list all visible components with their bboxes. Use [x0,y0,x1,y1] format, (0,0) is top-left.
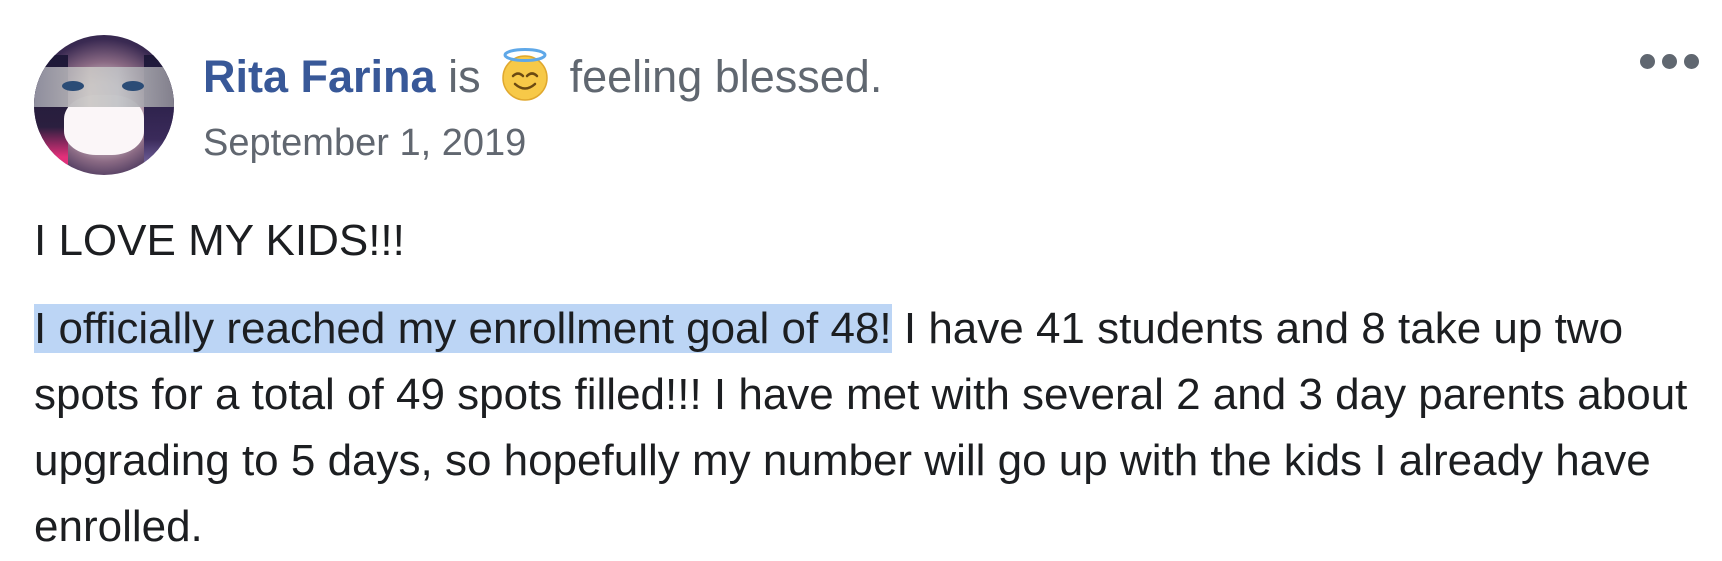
avatar[interactable] [34,35,174,175]
feeling-link[interactable]: feeling blessed. [570,51,883,102]
post-paragraph: I officially reached my enrollment goal … [34,296,1694,560]
more-dot [1662,54,1677,69]
post-header: Rita Farina is feeling blessed. [203,46,882,106]
post-body: I LOVE MY KIDS!!! I officially reached m… [34,208,1694,560]
status-verb: is [448,51,481,102]
more-dot [1684,54,1699,69]
post-timestamp[interactable]: September 1, 2019 [203,118,526,168]
more-options-icon[interactable] [1640,50,1700,72]
post-card: Rita Farina is feeling blessed. Septembe… [0,0,1722,561]
selected-text: I officially reached my enrollment goal … [34,304,892,353]
more-dot [1640,54,1655,69]
avatar-blur-band [34,67,174,107]
avatar-eye-left [62,81,84,91]
avatar-eye-right [122,81,144,91]
author-name-link[interactable]: Rita Farina [203,51,436,102]
smiling-face-with-halo-icon [502,48,548,101]
post-heading: I LOVE MY KIDS!!! [34,216,405,265]
